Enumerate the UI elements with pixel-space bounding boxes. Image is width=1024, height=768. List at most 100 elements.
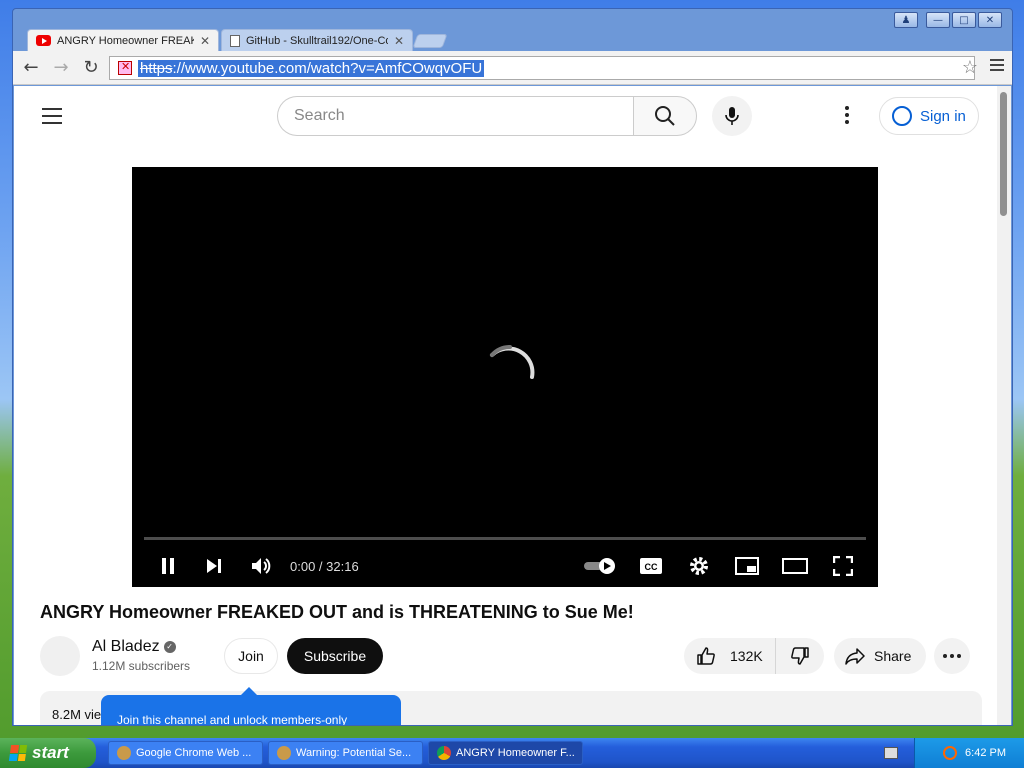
more-actions-icon[interactable] (934, 638, 970, 674)
tab-close-icon[interactable]: ✕ (394, 34, 404, 48)
gear-icon (690, 557, 708, 575)
thumbs-down-icon (791, 647, 809, 665)
taskbar-item-label: ANGRY Homeowner F... (456, 747, 575, 759)
share-button[interactable]: Share (834, 638, 926, 674)
user-profile-icon[interactable]: ♟ (894, 12, 918, 28)
tray-app-icon[interactable] (943, 746, 958, 760)
maximize-button[interactable]: □ (952, 12, 976, 28)
pause-button[interactable] (156, 553, 180, 579)
page-viewport: Search Sign in 0:00 / 32:16 CC ANGRY Hom… (14, 86, 997, 725)
app-icon (117, 746, 131, 760)
taskbar-item-chrome-web[interactable]: Google Chrome Web ... (108, 741, 263, 765)
address-bar[interactable]: https://www.youtube.com/watch?v=AmfCOwqv… (109, 56, 978, 80)
tab-close-icon[interactable]: ✕ (200, 34, 210, 48)
youtube-header: Search Sign in (14, 86, 997, 142)
tab-youtube[interactable]: ANGRY Homeowner FREAKED OUT ✕ (27, 29, 219, 51)
subscribe-button[interactable]: Subscribe (287, 638, 383, 674)
view-count: 8.2M vie (52, 707, 102, 722)
search-placeholder: Search (294, 107, 345, 124)
sign-in-button[interactable]: Sign in (879, 97, 979, 135)
search-input[interactable]: Search (277, 96, 635, 136)
browser-toolbar: ← → ↻ https://www.youtube.com/watch?v=Am… (13, 51, 1012, 85)
search-icon (655, 106, 675, 126)
like-button[interactable]: 132K (684, 638, 776, 674)
account-icon (892, 106, 912, 126)
windows-taskbar: start Google Chrome Web ... Warning: Pot… (0, 738, 1024, 768)
volume-icon (252, 558, 271, 574)
channel-avatar[interactable] (40, 636, 80, 676)
tab-github[interactable]: GitHub - Skulltrail192/One-Core ✕ (221, 29, 413, 51)
subscriber-count: 1.12M subscribers (92, 659, 191, 673)
volume-button[interactable] (248, 553, 274, 579)
voice-search-button[interactable] (712, 96, 752, 136)
loading-spinner-icon (490, 344, 535, 379)
channel-name[interactable]: Al Bladez ✓ (92, 638, 176, 656)
chrome-icon (437, 746, 451, 760)
sign-in-label: Sign in (920, 107, 966, 125)
miniplayer-icon (735, 557, 759, 575)
insecure-lock-icon[interactable] (118, 60, 132, 75)
taskbar-item-label: Warning: Potential Se... (296, 747, 412, 759)
document-favicon-icon (230, 34, 240, 47)
time-display: 0:00 / 32:16 (290, 558, 359, 574)
like-dislike-group: 132K (684, 638, 824, 674)
scrollbar-thumb[interactable] (1000, 92, 1007, 216)
like-count: 132K (730, 648, 763, 664)
skip-next-icon (207, 559, 221, 573)
windows-flag-icon (8, 745, 28, 761)
settings-dots-icon[interactable] (842, 106, 852, 126)
owner-row: Al Bladez ✓ 1.12M subscribers Join Subscr… (40, 636, 980, 676)
player-controls: 0:00 / 32:16 CC (132, 547, 878, 585)
join-tooltip: Join this channel and unlock members-onl… (101, 687, 401, 725)
join-button[interactable]: Join (224, 638, 278, 674)
reload-icon[interactable]: ↻ (79, 56, 103, 80)
youtube-favicon-icon (36, 35, 51, 46)
autoplay-toggle[interactable] (582, 553, 618, 579)
new-tab-button[interactable] (412, 34, 448, 48)
miniplayer-button[interactable] (734, 553, 760, 579)
desktop (0, 0, 12, 740)
close-window-button[interactable]: ✕ (978, 12, 1002, 28)
back-icon[interactable]: ← (19, 56, 43, 80)
share-arrow-icon (845, 648, 865, 665)
chrome-window: ♟ — □ ✕ ANGRY Homeowner FREAKED OUT ✕ Gi… (12, 8, 1013, 726)
forward-icon[interactable]: → (49, 56, 73, 80)
share-label: Share (874, 648, 912, 664)
captions-button[interactable]: CC (638, 553, 664, 579)
search-button[interactable] (633, 96, 697, 136)
window-controls: ♟ — □ ✕ (894, 12, 1002, 28)
address-url[interactable]: https://www.youtube.com/watch?v=AmfCOwqv… (138, 59, 485, 77)
dislike-button[interactable] (776, 638, 824, 674)
keyboard-icon[interactable] (884, 747, 898, 759)
fullscreen-icon (833, 556, 853, 576)
autoplay-toggle-icon (584, 558, 615, 574)
theater-mode-icon (782, 558, 808, 574)
chrome-menu-icon[interactable] (990, 59, 1004, 74)
taskbar-item-label: Google Chrome Web ... (136, 747, 252, 759)
captions-icon: CC (640, 558, 662, 574)
app-icon (277, 746, 291, 760)
video-player[interactable]: 0:00 / 32:16 CC (132, 167, 878, 587)
vertical-scrollbar[interactable] (997, 86, 1011, 725)
microphone-icon (725, 107, 739, 125)
taskbar-item-youtube[interactable]: ANGRY Homeowner F... (428, 741, 583, 765)
tab-title: ANGRY Homeowner FREAKED OUT (57, 34, 194, 47)
svg-text:CC: CC (645, 562, 658, 572)
verified-check-icon: ✓ (163, 640, 176, 653)
system-tray: 6:42 PM (914, 738, 1024, 768)
next-button[interactable] (202, 553, 226, 579)
bookmark-star-icon[interactable]: ☆ (962, 57, 978, 78)
fullscreen-button[interactable] (830, 553, 856, 579)
start-label: start (32, 743, 69, 762)
tab-strip: ANGRY Homeowner FREAKED OUT ✕ GitHub - S… (27, 29, 448, 51)
progress-bar[interactable] (144, 537, 866, 540)
theater-mode-button[interactable] (782, 553, 808, 579)
clock: 6:42 PM (965, 747, 1006, 759)
start-button[interactable]: start (0, 738, 96, 768)
taskbar-item-warning[interactable]: Warning: Potential Se... (268, 741, 423, 765)
minimize-button[interactable]: — (926, 12, 950, 28)
video-title: ANGRY Homeowner FREAKED OUT and is THREA… (40, 602, 634, 622)
settings-button[interactable] (686, 553, 712, 579)
hamburger-menu-icon[interactable] (42, 108, 62, 129)
tab-title: GitHub - Skulltrail192/One-Core (246, 34, 388, 47)
